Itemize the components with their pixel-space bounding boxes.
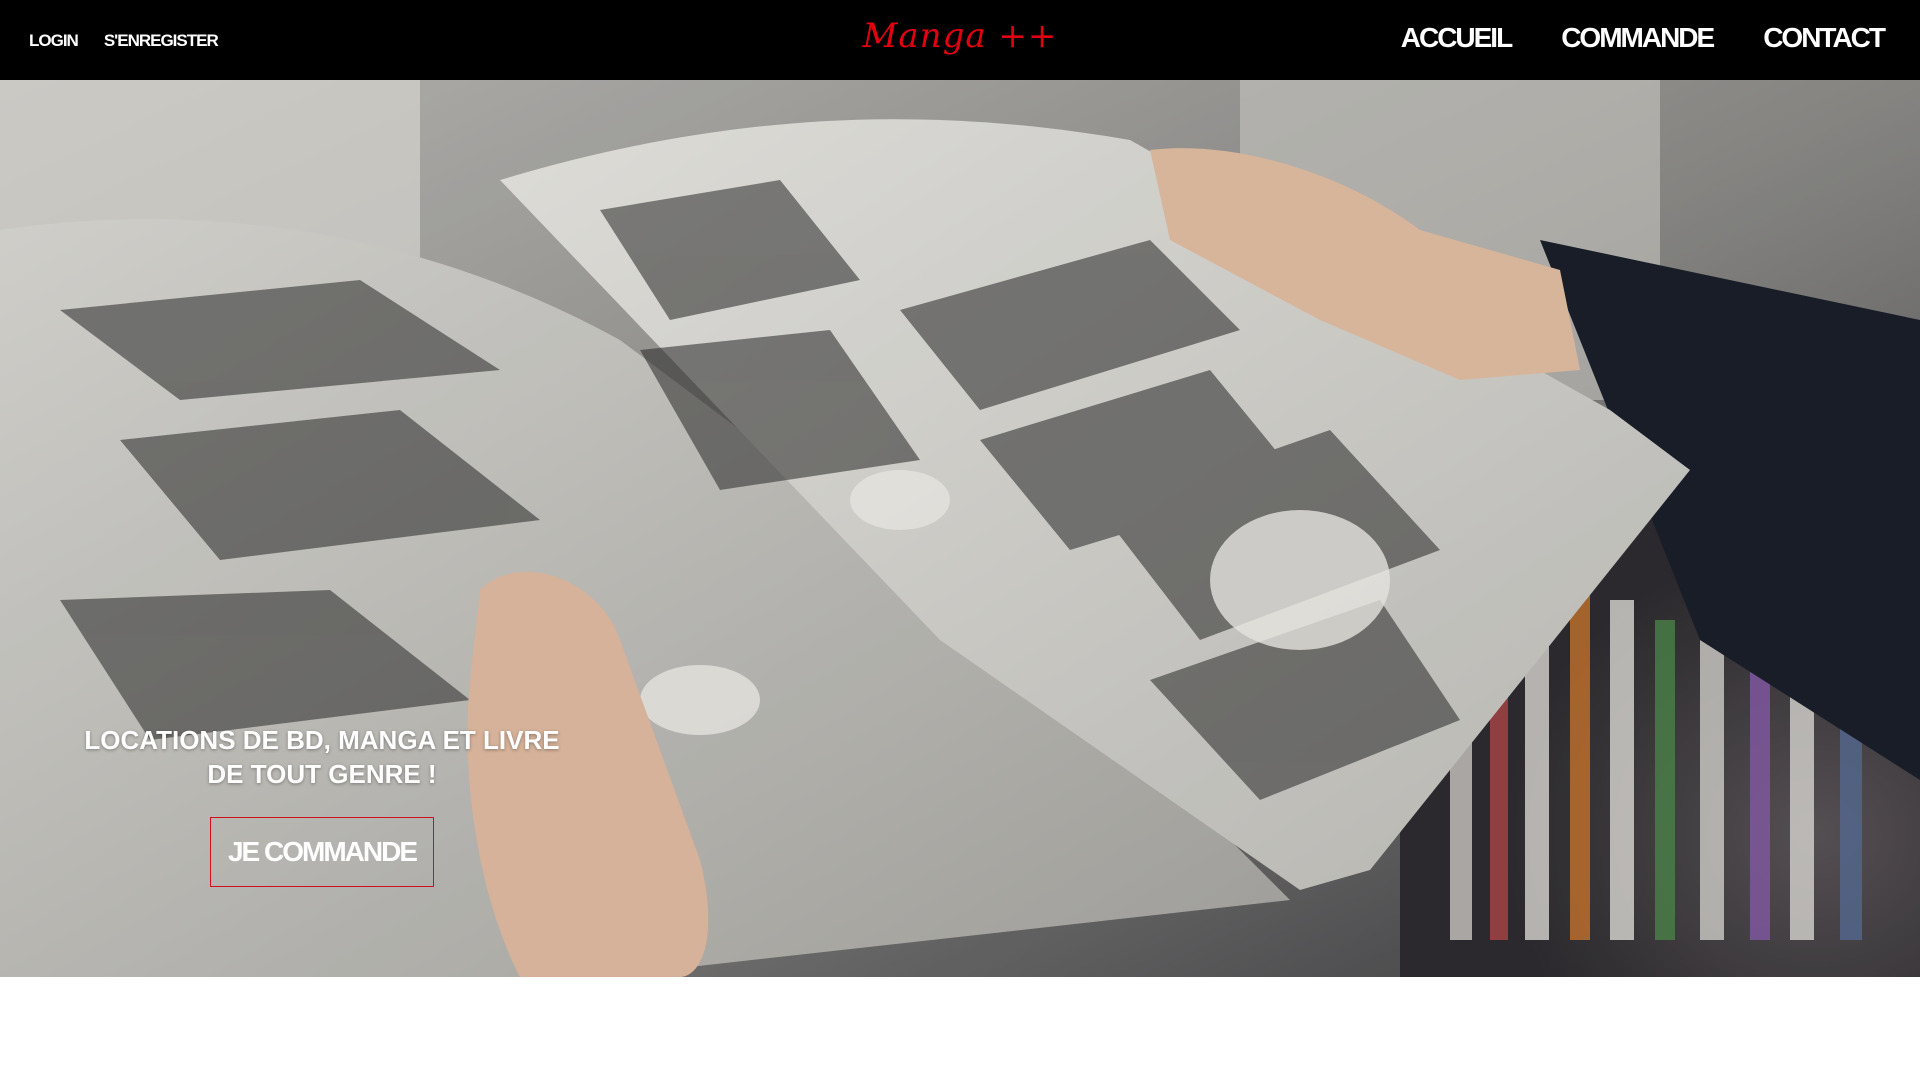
brand-logo[interactable]: Manga ++	[863, 16, 1058, 56]
auth-links: LOGIN S'ENREGISTER	[29, 31, 219, 51]
login-link[interactable]: LOGIN	[29, 31, 79, 51]
hero-section: LOCATIONS DE BD, MANGA ET LIVRE DE TOUT …	[0, 80, 1920, 977]
order-cta-button[interactable]: JE COMMANDE	[210, 817, 434, 887]
register-link[interactable]: S'ENREGISTER	[104, 31, 219, 51]
nav-link-commande[interactable]: COMMANDE	[1561, 22, 1715, 54]
main-nav: ACCUEIL COMMANDE CONTACT	[1401, 22, 1886, 54]
nav-link-contact[interactable]: CONTACT	[1763, 22, 1886, 54]
hero-copy: LOCATIONS DE BD, MANGA ET LIVRE DE TOUT …	[60, 723, 584, 887]
nav-link-accueil[interactable]: ACCUEIL	[1401, 22, 1513, 54]
top-navbar: LOGIN S'ENREGISTER Manga ++ ACCUEIL COMM…	[0, 0, 1920, 80]
hero-title: LOCATIONS DE BD, MANGA ET LIVRE DE TOUT …	[84, 725, 560, 789]
